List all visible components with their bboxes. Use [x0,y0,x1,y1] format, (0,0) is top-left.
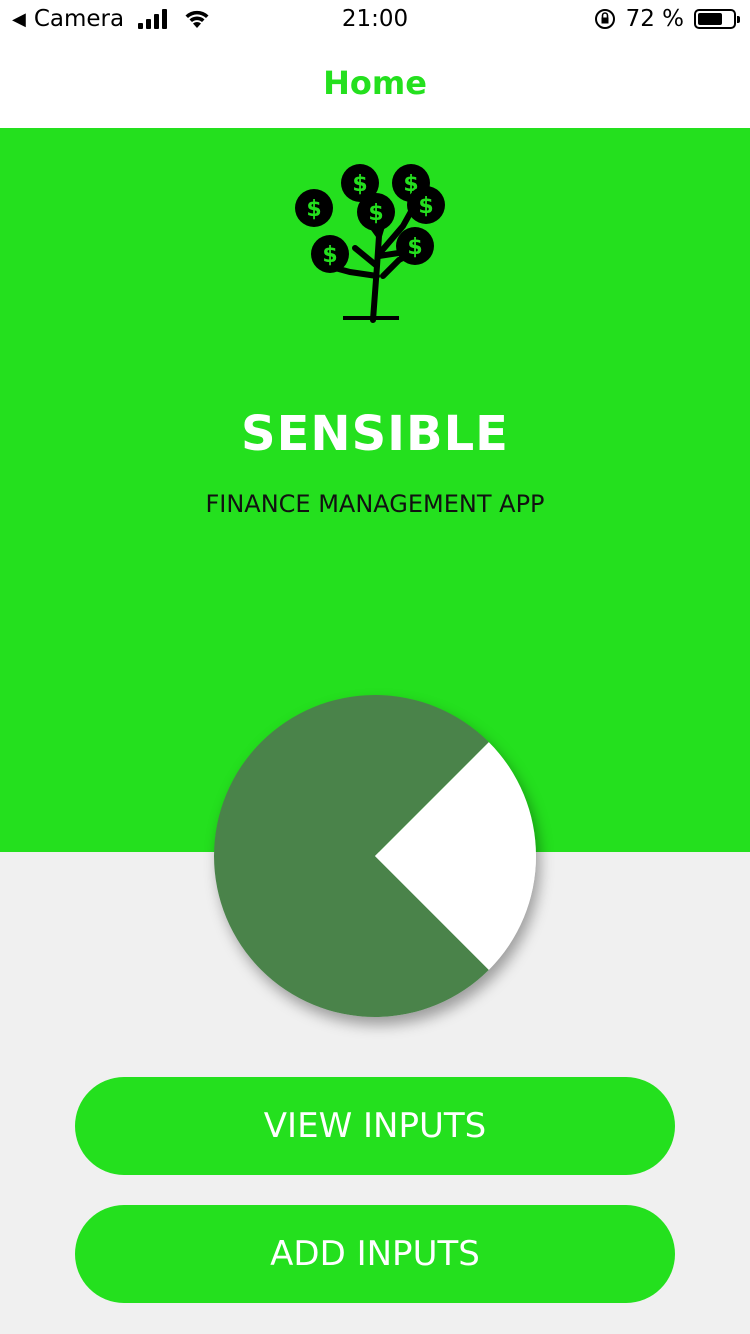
dollar-sign-5: $ [322,243,337,268]
pie-chart-svg [214,695,536,1017]
battery-percent: 72 % [625,6,684,32]
battery-level [698,13,723,25]
app-name: SENSIBLE [241,406,509,462]
navigation-bar: Home [0,40,750,128]
add-inputs-button[interactable]: ADD INPUTS [75,1205,675,1303]
orientation-lock-icon [594,9,615,29]
pie-chart [214,695,536,1017]
page-title: Home [323,64,427,102]
app-tagline: FINANCE MANAGEMENT APP [205,490,545,518]
dollar-sign-2: $ [418,194,433,219]
home-screen: ◀ Camera 21:00 72 % Home $ $ $ $ $ $ $ S… [0,0,750,1334]
dollar-sign-6: $ [407,235,422,260]
view-inputs-button[interactable]: VIEW INPUTS [75,1077,675,1175]
status-bar: ◀ Camera 21:00 72 % [0,0,750,40]
dollar-sign-3: $ [306,197,321,222]
dollar-sign-0: $ [352,172,367,197]
dollar-sign-4: $ [368,201,383,226]
status-right: 72 % [594,6,740,32]
money-tree-logo-icon: $ $$$ $$ $ [295,164,445,323]
battery-icon [694,9,740,29]
